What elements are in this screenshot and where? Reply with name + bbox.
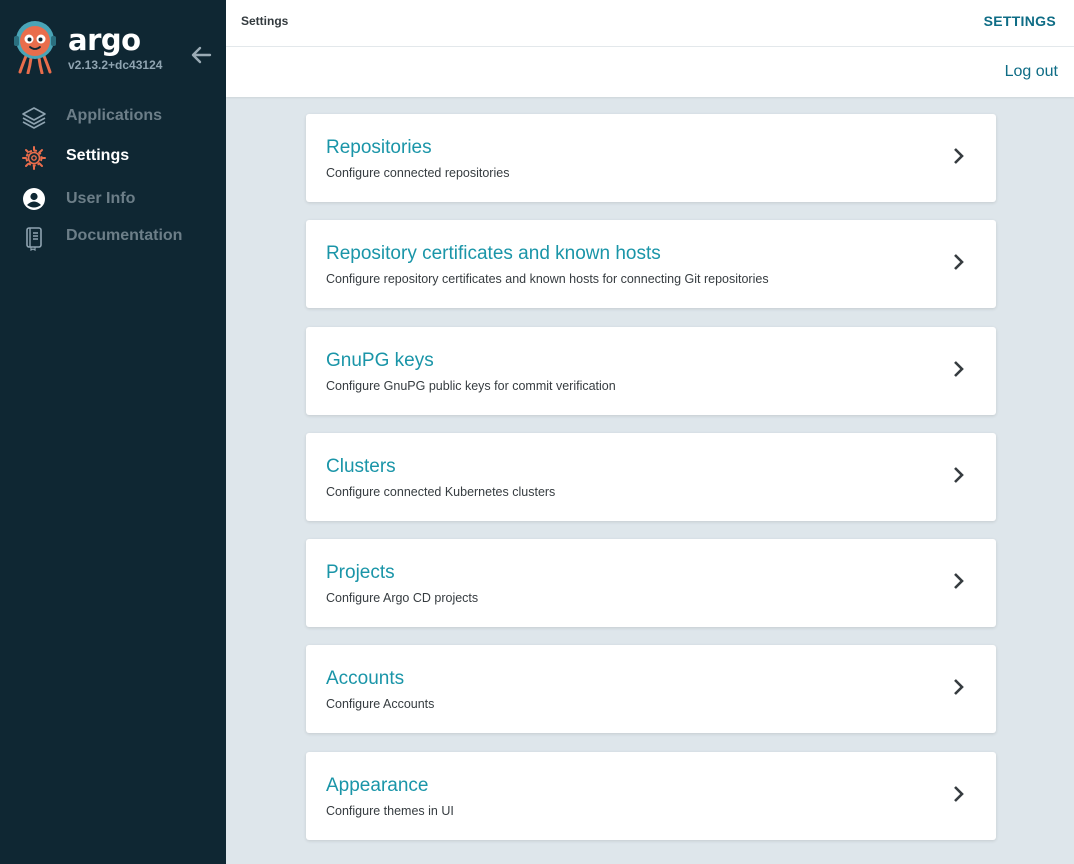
breadcrumb[interactable]: Settings	[241, 14, 288, 28]
sidebar-item-documentation[interactable]: Documentation	[0, 219, 226, 255]
settings-card-appearance[interactable]: Appearance Configure themes in UI	[306, 752, 996, 840]
logout-button[interactable]: Log out	[1005, 63, 1058, 81]
toolbar: Log out	[226, 47, 1074, 97]
card-title: Accounts	[326, 668, 405, 689]
settings-card-clusters[interactable]: Clusters Configure connected Kubernetes …	[306, 433, 996, 521]
card-description: Configure connected Kubernetes clusters	[326, 485, 556, 499]
card-title: GnuPG keys	[326, 350, 434, 371]
sidebar-item-label: User Info	[66, 190, 136, 207]
sidebar: argo v2.13.2+dc43124 Applications Settin…	[0, 0, 226, 864]
page-title: SETTINGS	[983, 13, 1056, 29]
settings-card-accounts[interactable]: Accounts Configure Accounts	[306, 645, 996, 733]
sidebar-item-label: Applications	[66, 107, 163, 124]
card-title: Repository certificates and known hosts	[326, 243, 661, 264]
chevron-right-icon	[954, 467, 964, 483]
sidebar-item-label: Settings	[66, 147, 130, 164]
chevron-right-icon	[954, 148, 964, 164]
chevron-right-icon	[954, 573, 964, 589]
card-description: Configure repository certificates and kn…	[326, 272, 769, 286]
brand: argo v2.13.2+dc43124	[14, 20, 224, 76]
argo-octopus-logo-icon	[14, 21, 56, 74]
card-description: Configure Argo CD projects	[326, 591, 479, 605]
card-title: Projects	[326, 562, 395, 583]
user-circle-icon	[23, 188, 45, 210]
sidebar-item-label: Documentation	[66, 227, 183, 244]
card-title: Appearance	[326, 775, 429, 796]
card-description: Configure connected repositories	[326, 166, 510, 180]
card-title: Repositories	[326, 137, 432, 158]
settings-card-repositories[interactable]: Repositories Configure connected reposit…	[306, 114, 996, 202]
layers-icon	[22, 107, 46, 129]
card-description: Configure GnuPG public keys for commit v…	[326, 379, 616, 393]
settings-card-projects[interactable]: Projects Configure Argo CD projects	[306, 539, 996, 627]
chevron-right-icon	[954, 254, 964, 270]
gear-icon	[22, 146, 46, 170]
collapse-sidebar-arrow-icon[interactable]	[190, 46, 212, 64]
card-description: Configure themes in UI	[326, 804, 454, 818]
sidebar-item-user-info[interactable]: User Info	[0, 182, 226, 218]
brand-name: argo	[68, 23, 141, 57]
card-title: Clusters	[326, 456, 396, 477]
chevron-right-icon	[954, 679, 964, 695]
brand-version: v2.13.2+dc43124	[68, 58, 163, 72]
chevron-right-icon	[954, 786, 964, 802]
settings-card-gnupg-keys[interactable]: GnuPG keys Configure GnuPG public keys f…	[306, 327, 996, 415]
sidebar-item-settings[interactable]: Settings	[0, 139, 226, 175]
sidebar-item-applications[interactable]: Applications	[0, 99, 226, 135]
card-description: Configure Accounts	[326, 697, 435, 711]
settings-card-certificates[interactable]: Repository certificates and known hosts …	[306, 220, 996, 308]
chevron-right-icon	[954, 361, 964, 377]
book-icon	[26, 227, 42, 251]
top-bar: Settings SETTINGS	[226, 0, 1074, 47]
